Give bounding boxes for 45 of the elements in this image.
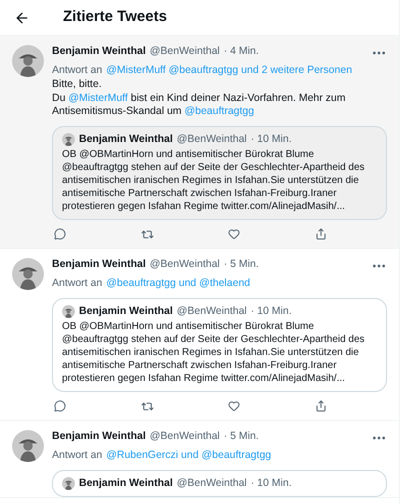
page-title: Zitierte Tweets bbox=[63, 7, 167, 28]
tweet-time: · 10 Min. bbox=[250, 133, 292, 146]
author-name: Benjamin Weinthal bbox=[79, 133, 173, 146]
like-icon[interactable] bbox=[228, 400, 240, 412]
tweet-card[interactable] bbox=[0, 36, 399, 249]
quoted-tweet[interactable] bbox=[52, 298, 387, 392]
quoted-text: OB @OBMartinHorn und antisemitischer Bürokrat Blume @beauftragtgg stehen auf der Seite der Geschlechter-Apartheid des antisemitischen iranischen Regimes in Isfahan.Sie unterstützen die antisemitische Partnerschaft zwischen Isfahan-Freiburg.Iraner protestieren gegen Isfahan Regime twitter.com/AlinejadMasih/... bbox=[62, 320, 366, 385]
back-icon[interactable] bbox=[14, 10, 30, 26]
tweet-time: · 10 Min. bbox=[250, 477, 292, 490]
author-name[interactable]: Benjamin Weinthal bbox=[52, 45, 146, 58]
author-handle[interactable]: @BenWeinthal bbox=[150, 45, 220, 58]
avatar-icon bbox=[62, 477, 75, 490]
author-name[interactable]: Benjamin Weinthal bbox=[52, 430, 146, 443]
tweet-time: · 4 Min. bbox=[224, 45, 259, 58]
avatar-icon bbox=[12, 258, 44, 290]
author-handle[interactable]: @BenWeinthal bbox=[150, 430, 220, 443]
reply-label: Antwort an bbox=[52, 449, 102, 462]
avatar-icon bbox=[62, 305, 75, 318]
reply-icon[interactable] bbox=[54, 228, 66, 240]
reply-label: Antwort an bbox=[52, 64, 102, 77]
author-handle: @BenWeinthal bbox=[176, 477, 247, 490]
author-handle: @BenWeinthal bbox=[176, 305, 247, 318]
avatar-icon bbox=[12, 430, 44, 462]
tweet-time: · 5 Min. bbox=[224, 258, 259, 271]
avatar-icon bbox=[12, 45, 44, 77]
retweet-icon[interactable] bbox=[140, 228, 154, 241]
avatar-icon bbox=[62, 133, 75, 146]
tweet-text: Du @MisterMuff bist ein Kind deiner Nazi-Vorfahren. Mehr zum Antisemitismus-Skandal um @beauftragtgg bbox=[52, 92, 347, 118]
retweet-icon[interactable] bbox=[140, 400, 154, 413]
share-icon[interactable] bbox=[314, 400, 327, 412]
like-icon[interactable] bbox=[228, 228, 240, 240]
tweet-text: Bitte, bitte. bbox=[52, 78, 103, 91]
author-name: Benjamin Weinthal bbox=[79, 477, 173, 490]
reply-label: Antwort an bbox=[52, 277, 102, 290]
author-handle[interactable]: @BenWeinthal bbox=[150, 258, 220, 271]
tweet-time: · 5 Min. bbox=[224, 430, 259, 443]
quoted-tweet[interactable] bbox=[52, 126, 387, 220]
author-name: Benjamin Weinthal bbox=[79, 305, 173, 318]
author-handle: @BenWeinthal bbox=[176, 133, 247, 146]
quoted-text: OB @OBMartinHorn und antisemitischer Bürokrat Blume @beauftragtgg stehen auf der Seite der Geschlechter-Apartheid des antisemitischen iranischen Regimes in Isfahan.Sie unterstützen die antisemitische Partnerschaft zwischen Isfahan-Freiburg.Iraner protestieren gegen Isfahan Regime twitter.com/AlinejadMasih/... bbox=[62, 148, 366, 213]
reply-icon[interactable] bbox=[54, 400, 66, 412]
share-icon[interactable] bbox=[314, 228, 327, 240]
tweet-time: · 10 Min. bbox=[250, 305, 292, 318]
quoted-tweet[interactable]: Benjamin Weinthal @BenWeinthal · 10 Min. bbox=[52, 470, 387, 497]
author-name[interactable]: Benjamin Weinthal bbox=[52, 258, 146, 271]
